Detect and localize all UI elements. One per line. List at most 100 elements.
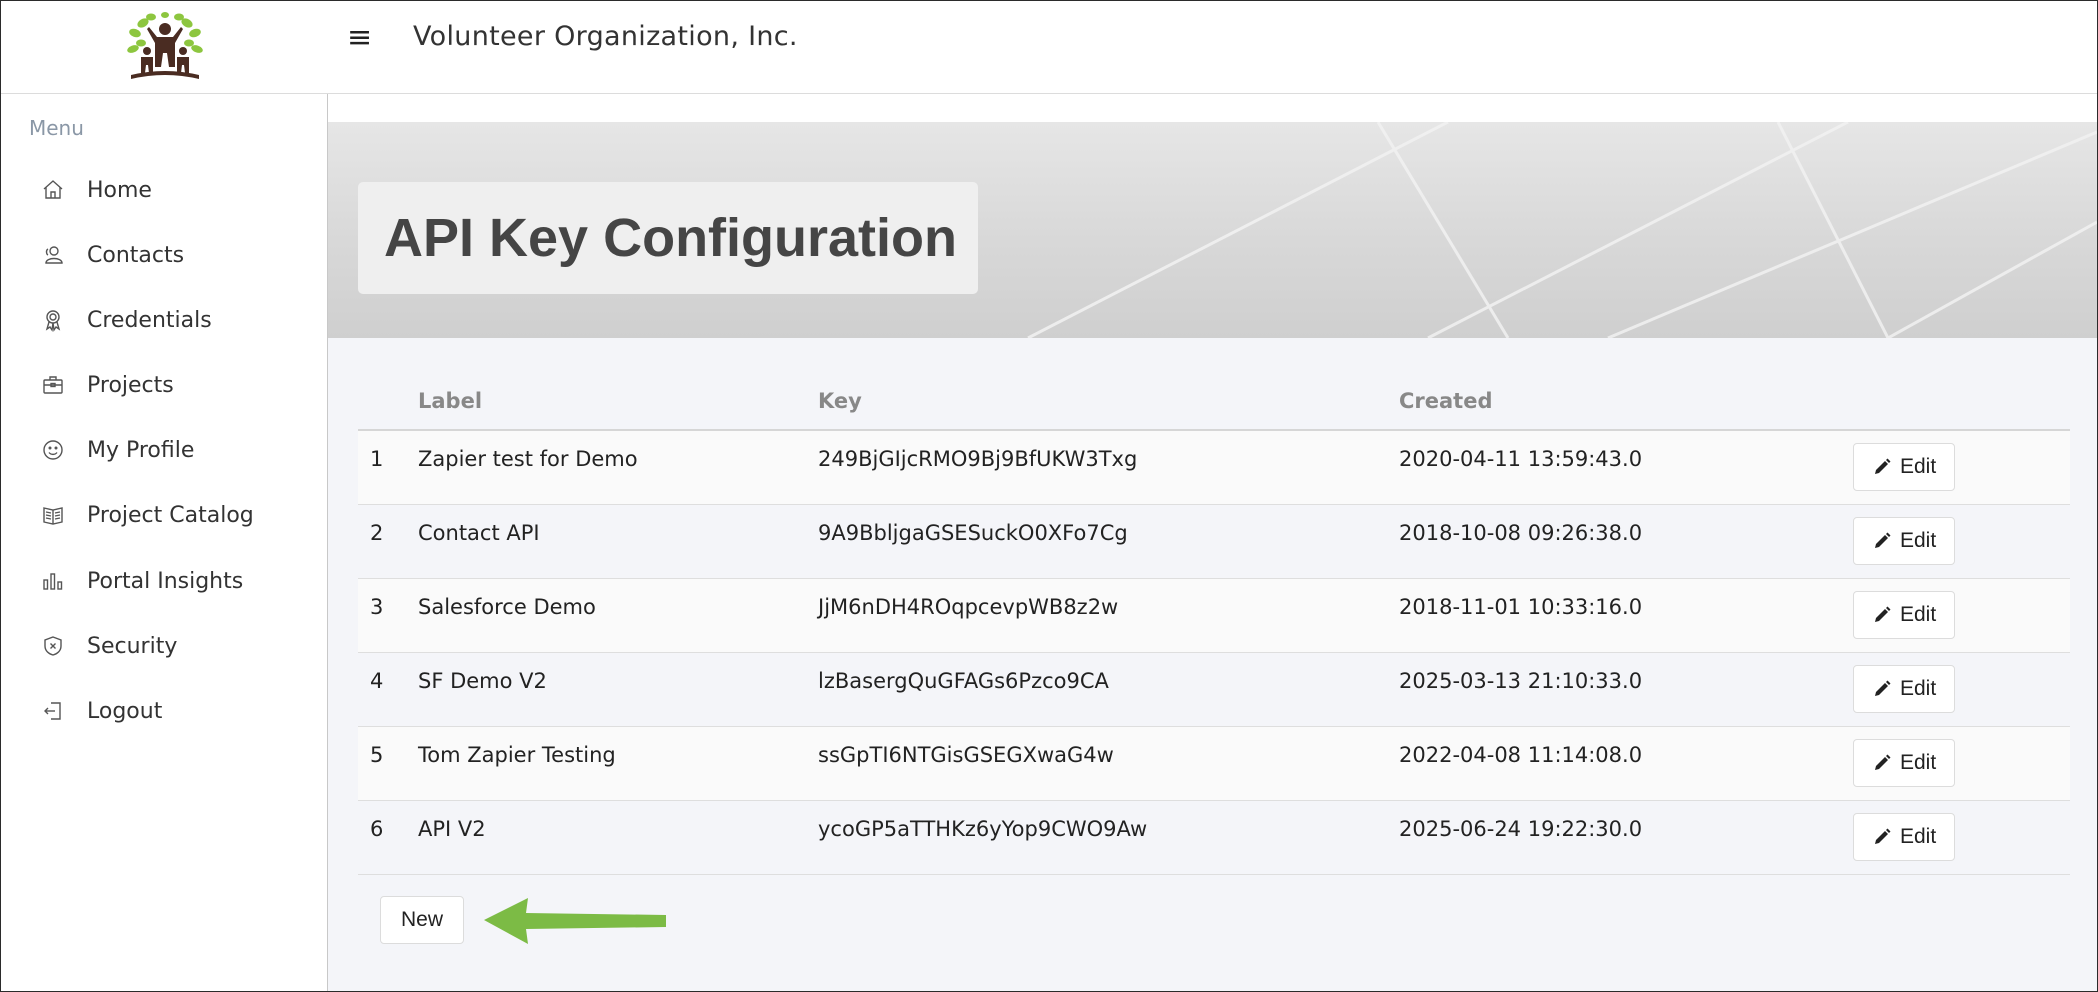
sidebar-item-label: Home bbox=[87, 177, 152, 203]
annotation-arrow-icon bbox=[484, 898, 666, 944]
sidebar-item-logout[interactable]: Logout bbox=[1, 683, 327, 739]
row-actions: Edit bbox=[1853, 726, 2070, 801]
catalog-icon bbox=[39, 501, 67, 529]
row-actions: Edit bbox=[1853, 652, 2070, 727]
pencil-icon bbox=[1875, 606, 1891, 622]
column-header-label: Label bbox=[418, 372, 818, 431]
edit-button[interactable]: Edit bbox=[1853, 738, 1956, 787]
sidebar-item-contacts[interactable]: Contacts bbox=[1, 227, 327, 283]
row-label: API V2 bbox=[418, 800, 818, 875]
sidebar-item-project-catalog[interactable]: Project Catalog bbox=[1, 487, 327, 543]
security-icon bbox=[39, 632, 67, 660]
row-created: 2025-03-13 21:10:33.0 bbox=[1399, 652, 1853, 727]
row-key: ycoGP5aTTHKz6yYop9CWO9Aw bbox=[818, 800, 1399, 875]
sidebar-item-label: Portal Insights bbox=[87, 568, 244, 594]
insights-icon bbox=[39, 567, 67, 595]
contacts-icon bbox=[39, 241, 67, 269]
edit-button[interactable]: Edit bbox=[1853, 590, 1956, 639]
edit-button-label: Edit bbox=[1900, 824, 1937, 848]
row-index: 3 bbox=[358, 578, 418, 653]
edit-button-label: Edit bbox=[1900, 750, 1937, 774]
edit-button-label: Edit bbox=[1900, 528, 1937, 552]
sidebar-item-my-profile[interactable]: My Profile bbox=[1, 422, 327, 478]
row-key: JjM6nDH4ROqpcevpWB8z2w bbox=[818, 578, 1399, 653]
sidebar-item-label: Projects bbox=[87, 372, 174, 398]
edit-button[interactable]: Edit bbox=[1853, 443, 1956, 491]
sidebar-item-label: Project Catalog bbox=[87, 502, 254, 528]
menu-title: Menu bbox=[29, 116, 84, 140]
row-key: lzBasergQuGFAGs6Pzco9CA bbox=[818, 652, 1399, 727]
pencil-icon bbox=[1875, 754, 1891, 770]
column-header-key: Key bbox=[818, 372, 1399, 431]
row-index: 6 bbox=[358, 800, 418, 875]
pencil-icon bbox=[1875, 680, 1891, 696]
content-top-strip bbox=[328, 94, 2097, 122]
sidebar-item-label: Credentials bbox=[87, 307, 212, 333]
sidebar-item-label: Contacts bbox=[87, 242, 185, 268]
row-index: 2 bbox=[358, 504, 418, 579]
sidebar-item-portal-insights[interactable]: Portal Insights bbox=[1, 553, 327, 609]
row-key: 249BjGIjcRMO9Bj9BfUKW3Txg bbox=[818, 430, 1399, 505]
row-created: 2025-06-24 19:22:30.0 bbox=[1399, 800, 1853, 875]
sidebar-item-label: Security bbox=[87, 633, 178, 659]
new-api-key-button[interactable]: New bbox=[380, 896, 464, 944]
edit-button-label: Edit bbox=[1900, 455, 1937, 478]
top-bar: ≡ Volunteer Organization, Inc. bbox=[1, 1, 2097, 94]
credentials-icon bbox=[39, 306, 67, 334]
column-header-actions bbox=[1853, 372, 2070, 431]
row-label: Contact API bbox=[418, 504, 818, 579]
row-label: Zapier test for Demo bbox=[418, 430, 818, 505]
sidebar-item-label: My Profile bbox=[87, 437, 195, 463]
row-actions: Edit bbox=[1853, 800, 2070, 875]
sidebar-item-security[interactable]: Security bbox=[1, 618, 327, 674]
tree-people-logo[interactable] bbox=[121, 9, 209, 85]
row-label: SF Demo V2 bbox=[418, 652, 818, 727]
projects-icon bbox=[39, 371, 67, 399]
column-header-index bbox=[358, 372, 418, 431]
row-actions: Edit bbox=[1853, 578, 2070, 653]
row-created: 2018-10-08 09:26:38.0 bbox=[1399, 504, 1853, 579]
row-actions: Edit bbox=[1853, 504, 2070, 579]
table-row: 2 Contact API 9A9BbljgaGSESuckO0XFo7Cg 2… bbox=[358, 504, 2070, 579]
sidebar-item-home[interactable]: Home bbox=[1, 162, 327, 218]
main-content: API Key Configuration Label Key Created … bbox=[328, 94, 2097, 991]
row-created: 2018-11-01 10:33:16.0 bbox=[1399, 578, 1853, 653]
page-banner: API Key Configuration bbox=[328, 122, 2097, 338]
table-row: 6 API V2 ycoGP5aTTHKz6yYop9CWO9Aw 2025-0… bbox=[358, 800, 2070, 875]
edit-button[interactable]: Edit bbox=[1853, 516, 1956, 565]
edit-button[interactable]: Edit bbox=[1853, 812, 1956, 861]
row-created: 2020-04-11 13:59:43.0 bbox=[1399, 430, 1853, 505]
pencil-icon bbox=[1875, 532, 1891, 548]
row-actions: Edit bbox=[1853, 430, 2070, 505]
sidebar-item-credentials[interactable]: Credentials bbox=[1, 292, 327, 348]
hamburger-icon[interactable]: ≡ bbox=[347, 23, 372, 53]
table-row: 4 SF Demo V2 lzBasergQuGFAGs6Pzco9CA 202… bbox=[358, 652, 2070, 727]
table-row: 5 Tom Zapier Testing ssGpTI6NTGisGSEGXwa… bbox=[358, 726, 2070, 801]
page-title: API Key Configuration bbox=[384, 208, 958, 268]
row-label: Salesforce Demo bbox=[418, 578, 818, 653]
logout-icon bbox=[39, 697, 67, 725]
table-header-row: Label Key Created bbox=[358, 372, 2070, 431]
home-icon bbox=[39, 176, 67, 204]
sidebar-item-label: Logout bbox=[87, 698, 163, 724]
row-index: 4 bbox=[358, 652, 418, 727]
page-title-box: API Key Configuration bbox=[358, 182, 978, 294]
profile-icon bbox=[39, 436, 67, 464]
row-index: 1 bbox=[358, 430, 418, 505]
table-row: 1 Zapier test for Demo 249BjGIjcRMO9Bj9B… bbox=[358, 430, 2070, 505]
row-key: ssGpTI6NTGisGSEGXwaG4w bbox=[818, 726, 1399, 801]
edit-button[interactable]: Edit bbox=[1853, 664, 1956, 713]
row-index: 5 bbox=[358, 726, 418, 801]
row-label: Tom Zapier Testing bbox=[418, 726, 818, 801]
row-created: 2022-04-08 11:14:08.0 bbox=[1399, 726, 1853, 801]
table-row: 3 Salesforce Demo JjM6nDH4ROqpcevpWB8z2w… bbox=[358, 578, 2070, 653]
sidebar-item-projects[interactable]: Projects bbox=[1, 357, 327, 413]
edit-button-label: Edit bbox=[1900, 676, 1937, 700]
api-keys-table: Label Key Created 1 Zapier test for Demo… bbox=[358, 372, 2070, 875]
pencil-icon bbox=[1875, 458, 1891, 474]
edit-button-label: Edit bbox=[1900, 602, 1937, 626]
sidebar: Menu Home Contacts Credentials Projects bbox=[1, 94, 328, 991]
column-header-created: Created bbox=[1399, 372, 1853, 431]
org-name: Volunteer Organization, Inc. bbox=[413, 21, 798, 52]
pencil-icon bbox=[1875, 828, 1891, 844]
